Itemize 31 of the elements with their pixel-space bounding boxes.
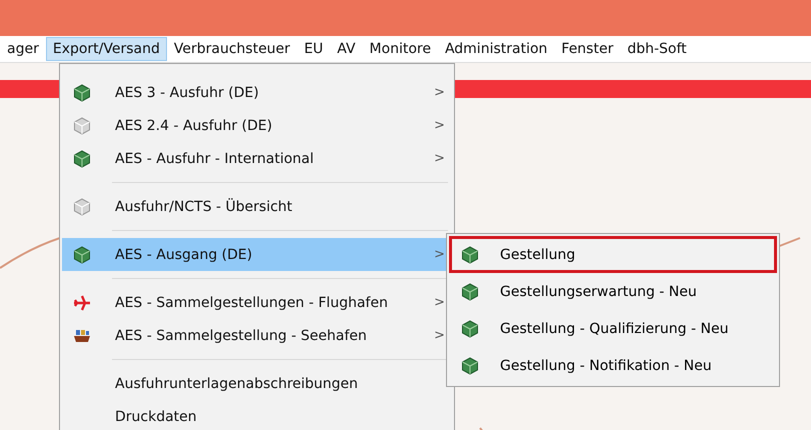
menu-item[interactable]: dbh-Soft: [620, 37, 694, 61]
ship-icon: [73, 328, 91, 344]
menu-item[interactable]: Gestellung - Qualifizierung - Neu: [449, 310, 777, 347]
menu-item[interactable]: AES - Sammelgestellungen - Flughafen >: [62, 286, 452, 319]
menu-item[interactable]: Gestellungserwartung - Neu: [449, 273, 777, 310]
cube-icon: [461, 282, 479, 300]
menu-item[interactable]: Gestellung: [449, 236, 777, 273]
cube-icon: [461, 356, 479, 374]
cube-icon: [73, 116, 91, 134]
menu-item[interactable]: Fenster: [554, 37, 620, 61]
cube-icon: [73, 150, 91, 168]
menu-item[interactable]: Monitore: [362, 37, 438, 61]
menu-item[interactable]: AES - Sammelgestellung - Seehafen >: [62, 319, 452, 352]
menu-item[interactable]: AV: [330, 37, 362, 61]
menu-item[interactable]: Export/Versand: [46, 37, 167, 61]
cube-icon: [73, 84, 91, 102]
menu-item[interactable]: AES - Ausfuhr - International >: [62, 142, 452, 175]
cube-icon: [461, 320, 479, 338]
menu-item[interactable]: AES 3 - Ausfuhr (DE) >: [62, 76, 452, 109]
menu-item[interactable]: Ausfuhr/NCTS - Übersicht: [62, 190, 452, 223]
menu-item[interactable]: EU: [297, 37, 330, 61]
menu-item[interactable]: Gestellung - Notifikation - Neu: [449, 347, 777, 384]
menu-item[interactable]: Verbrauchsteuer: [166, 37, 298, 61]
menu-item[interactable]: AES 2.4 - Ausfuhr (DE) >: [62, 109, 452, 142]
menu-item[interactable]: ager: [0, 37, 46, 61]
cube-icon: [73, 198, 91, 216]
menu-item[interactable]: Druckdaten: [62, 400, 452, 430]
menu-item[interactable]: Administration: [438, 37, 554, 61]
airplane-icon: [73, 294, 91, 310]
cube-icon: [73, 246, 91, 264]
cube-icon: [461, 246, 479, 264]
